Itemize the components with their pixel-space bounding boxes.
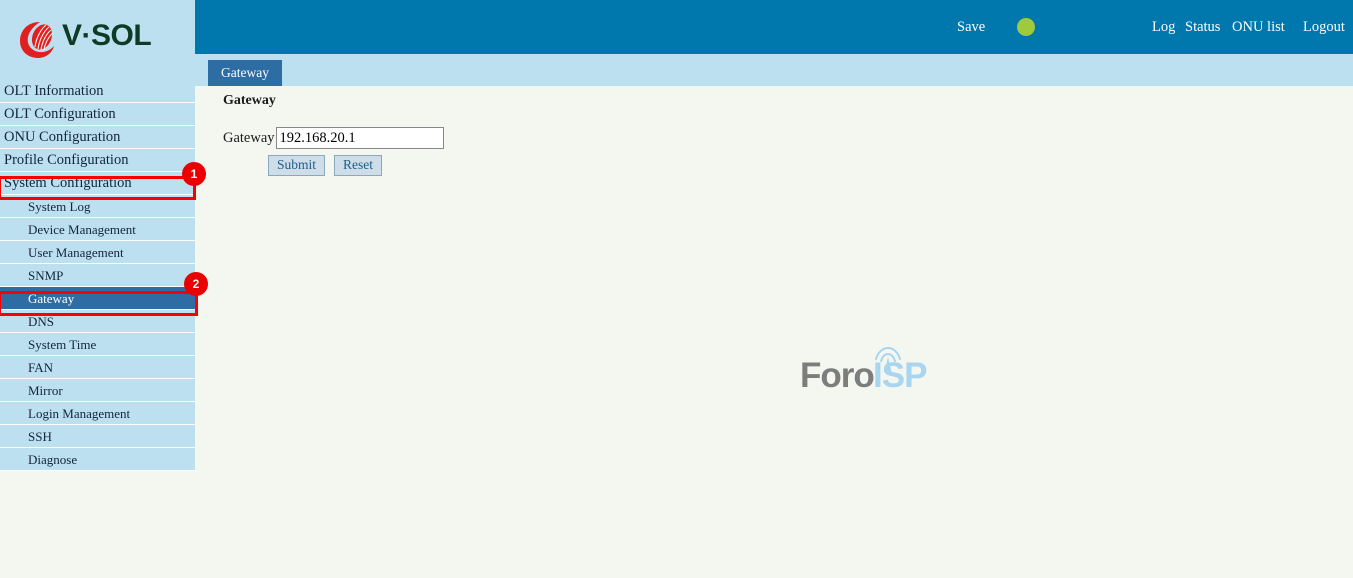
sidebar-item-dns[interactable]: DNS — [0, 310, 195, 333]
status-indicator-dot — [1017, 18, 1035, 36]
sidebar-item-fan[interactable]: FAN — [0, 356, 195, 379]
sidebar-item-system-log[interactable]: System Log — [0, 195, 195, 218]
sidebar-item-system-configuration[interactable]: System Configuration — [0, 172, 195, 195]
submit-button[interactable]: Submit — [268, 155, 326, 176]
sidebar-item-profile-configuration[interactable]: Profile Configuration — [0, 149, 195, 172]
sidebar-item-gateway[interactable]: Gateway — [0, 287, 195, 310]
sidebar-item-system-time[interactable]: System Time — [0, 333, 195, 356]
watermark-text-foro: Foro — [800, 356, 875, 395]
gateway-field-label: Gateway — [223, 129, 275, 146]
vsol-swirl-logo-icon — [20, 22, 54, 58]
sidebar-item-mirror[interactable]: Mirror — [0, 379, 195, 402]
sidebar-item-device-management[interactable]: Device Management — [0, 218, 195, 241]
page-title: Gateway — [223, 93, 276, 108]
sidebar-navigation: OLT Information OLT Configuration ONU Conf… — [0, 80, 195, 471]
log-link[interactable]: Log — [1152, 19, 1175, 36]
status-link[interactable]: Status — [1185, 19, 1220, 36]
form-button-row: Submit Reset — [268, 155, 387, 176]
gateway-input[interactable] — [275, 127, 444, 149]
sidebar-item-olt-configuration[interactable]: OLT Configuration — [0, 103, 195, 126]
sidebar-item-ssh[interactable]: SSH — [0, 425, 195, 448]
tab-bar: Gateway — [195, 54, 1353, 86]
gateway-form-row: Gateway — [223, 127, 444, 149]
save-button[interactable]: Save — [957, 19, 985, 36]
brand-name: V·SOL — [62, 19, 152, 52]
sidebar-item-diagnose[interactable]: Diagnose — [0, 448, 195, 471]
sidebar-item-onu-configuration[interactable]: ONU Configuration — [0, 126, 195, 149]
top-header-bar: Save Log Status ONU list Logout — [195, 0, 1353, 54]
brand-logo-panel: V·SOL — [0, 0, 195, 80]
tab-gateway[interactable]: Gateway — [208, 60, 282, 86]
sidebar-item-snmp[interactable]: SNMP — [0, 264, 195, 287]
onu-list-link[interactable]: ONU list — [1232, 19, 1285, 36]
sidebar-item-olt-information[interactable]: OLT Information — [0, 80, 195, 103]
sidebar-item-login-management[interactable]: Login Management — [0, 402, 195, 425]
reset-button[interactable]: Reset — [334, 155, 383, 176]
content-pane: Gateway Gateway Submit Reset Foro ISP — [195, 86, 1353, 578]
foroisp-watermark: Foro ISP — [800, 346, 945, 395]
watermark-text-isp: ISP — [873, 356, 927, 395]
logout-link[interactable]: Logout — [1303, 19, 1345, 36]
sidebar-item-user-management[interactable]: User Management — [0, 241, 195, 264]
